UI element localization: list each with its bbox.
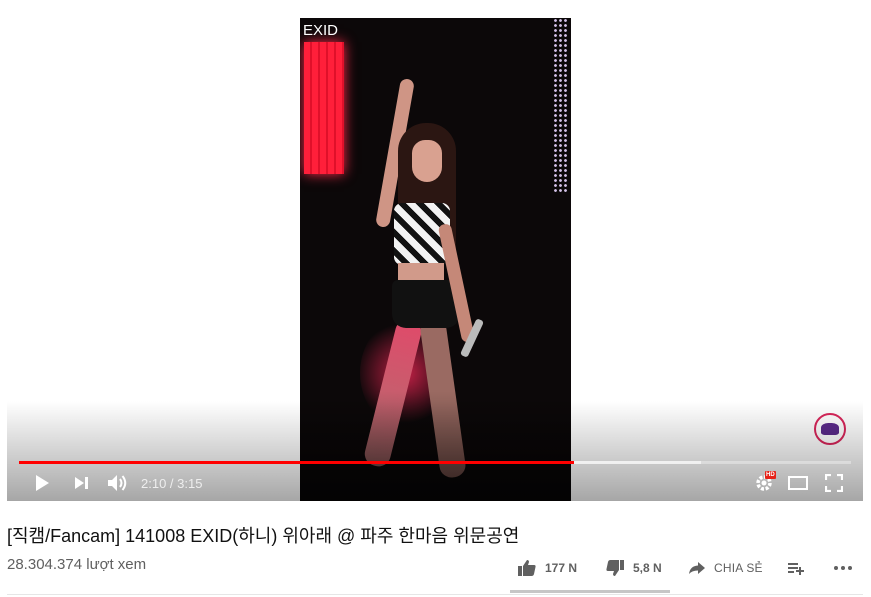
video-title: [직캠/Fancam] 141008 EXID(하니) 위아래 @ 파주 한마음… — [7, 526, 520, 546]
next-icon — [75, 477, 88, 489]
hd-badge: HD — [765, 471, 776, 479]
theater-mode-button[interactable] — [787, 470, 809, 496]
volume-button[interactable] — [105, 470, 131, 496]
like-count: 177 N — [545, 561, 578, 575]
progress-bar[interactable] — [19, 461, 851, 464]
volume-icon — [108, 475, 127, 491]
performer-face — [412, 140, 442, 182]
add-to-playlist-button[interactable] — [787, 556, 813, 580]
share-icon — [689, 562, 705, 574]
share-label: CHIA SẺ — [714, 561, 763, 575]
more-icon — [834, 566, 852, 570]
play-icon — [36, 475, 49, 491]
video-player[interactable]: EXID 2:10 / 3:15 HD — [7, 0, 863, 501]
like-button[interactable]: 177 N — [517, 556, 577, 580]
theater-mode-icon — [788, 476, 808, 490]
play-button[interactable] — [31, 470, 53, 496]
view-count: 28.304.374 lượt xem — [7, 556, 147, 573]
dislike-button[interactable]: 5,8 N — [605, 556, 662, 580]
dislike-count: 5,8 N — [633, 561, 662, 575]
fullscreen-icon — [825, 474, 843, 492]
time-display: 2:10 / 3:15 — [141, 476, 203, 491]
share-button[interactable]: CHIA SẺ — [688, 556, 763, 580]
fullscreen-button[interactable] — [823, 470, 845, 496]
section-divider — [7, 594, 863, 595]
add-to-playlist-icon — [788, 563, 804, 575]
stage-light-dots — [553, 18, 569, 193]
more-actions-button[interactable] — [833, 556, 861, 580]
controls-gradient — [7, 401, 863, 501]
sentiment-bar — [510, 590, 670, 593]
progress-played — [19, 461, 574, 464]
stage-light-red — [304, 42, 344, 174]
settings-button[interactable]: HD — [751, 470, 777, 496]
video-watermark: EXID — [303, 22, 339, 39]
next-button[interactable] — [71, 470, 93, 496]
performer-waist — [398, 263, 444, 281]
thumbs-up-icon — [518, 560, 536, 576]
thumbs-down-icon — [606, 560, 624, 576]
